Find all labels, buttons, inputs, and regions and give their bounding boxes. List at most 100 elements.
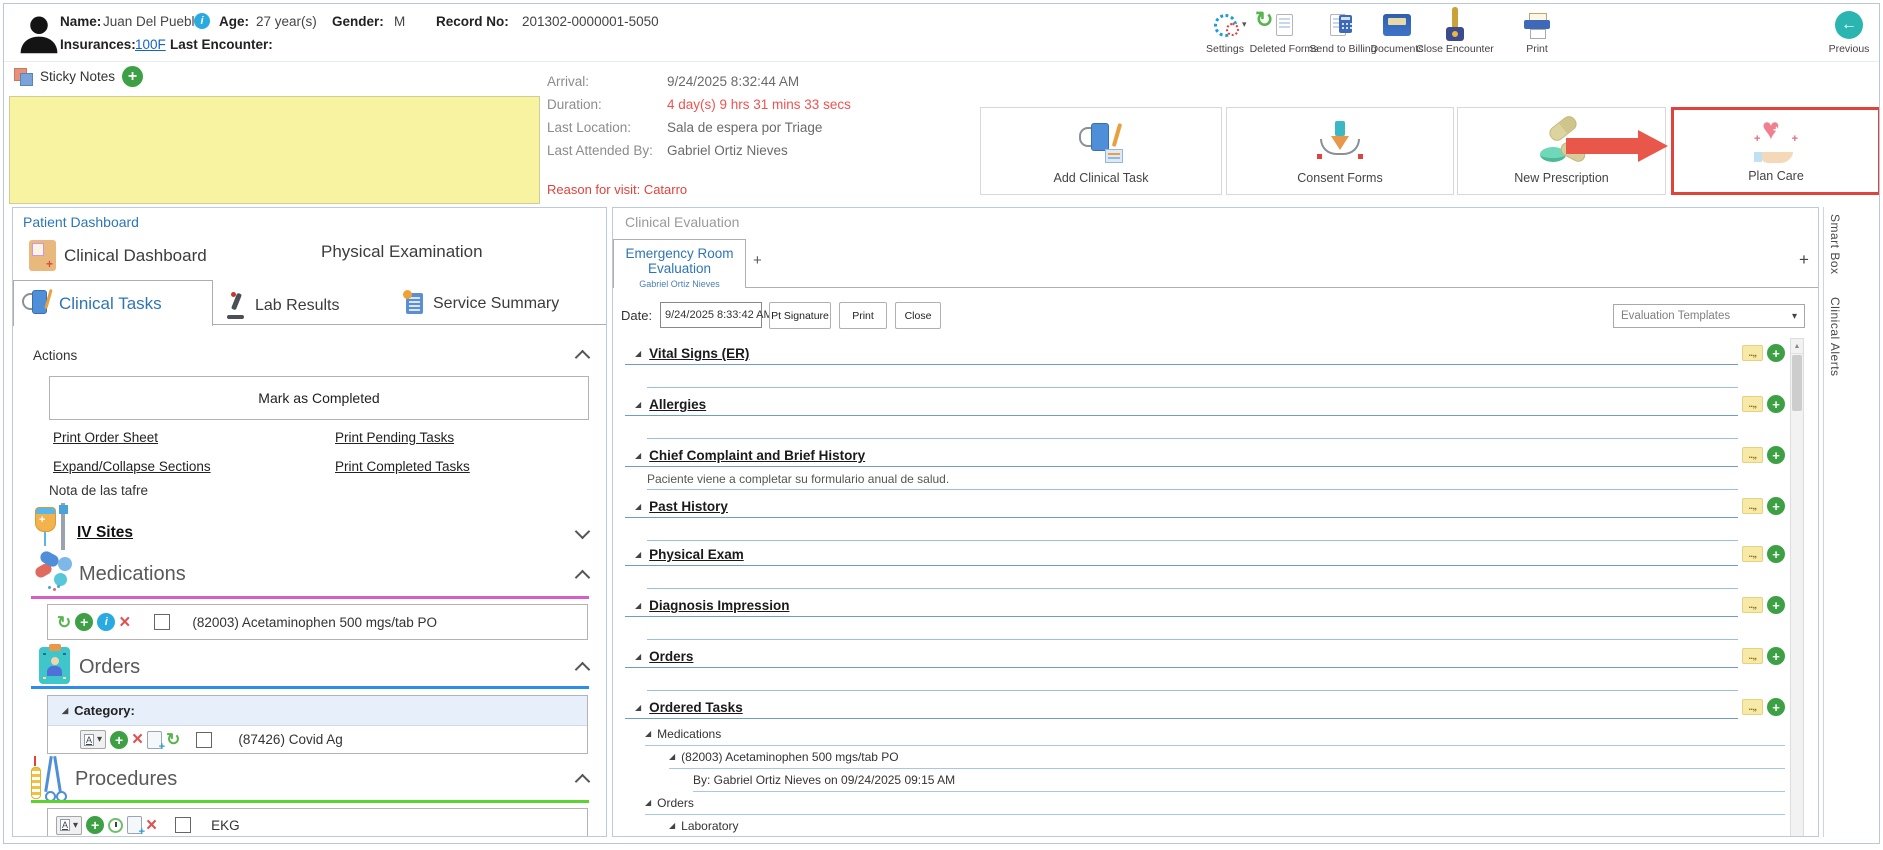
add-order-icon[interactable]: + xyxy=(110,730,129,749)
scrollbar-up-arrow-icon[interactable]: ▲ xyxy=(1791,339,1803,354)
iv-sites-expand-chevron-icon[interactable] xyxy=(574,523,591,540)
close-evaluation-button[interactable]: Close xyxy=(895,302,941,329)
settings-caret-down-icon[interactable]: ▾ xyxy=(1242,19,1247,30)
section-expand-triangle-icon[interactable]: ◢ xyxy=(635,502,641,511)
actions-collapse-chevron-icon[interactable] xyxy=(574,349,591,366)
add-sticky-note-button[interactable]: + xyxy=(122,66,144,87)
tree-expand-triangle-icon[interactable]: ◢ xyxy=(645,730,651,738)
medication-info-icon[interactable]: i xyxy=(97,613,116,631)
insurances-link[interactable]: 100F xyxy=(135,37,166,52)
section-expand-triangle-icon[interactable]: ◢ xyxy=(635,652,641,661)
medication-checkbox[interactable] xyxy=(154,614,171,630)
add-evaluation-tab-button[interactable]: + xyxy=(753,252,762,269)
procedures-section-title[interactable]: Procedures xyxy=(75,768,177,791)
add-clinical-task-button[interactable]: Add Clinical Task xyxy=(980,107,1222,195)
add-section-entry-icon[interactable]: + xyxy=(1767,647,1785,665)
tree-node-orders[interactable]: ◢ Orders xyxy=(645,792,1785,815)
tree-node-laboratory[interactable]: ◢ Laboratory xyxy=(669,815,1785,836)
section-content[interactable]: Paciente viene a completar su formulario… xyxy=(647,467,1738,490)
section-title[interactable]: Vital Signs (ER) xyxy=(649,346,749,361)
tab-service-summary[interactable]: Service Summary xyxy=(403,290,559,316)
section-expand-triangle-icon[interactable]: ◢ xyxy=(635,601,641,610)
procedure-clipboard-icon[interactable] xyxy=(127,816,145,836)
clinical-alerts-vertical-tab[interactable]: Clinical Alerts xyxy=(1828,297,1842,377)
orders-section-title[interactable]: Orders xyxy=(79,656,140,679)
section-content[interactable] xyxy=(647,668,1738,691)
evaluation-date-input[interactable]: 9/24/2025 8:33:42 AM xyxy=(660,302,789,328)
order-checkbox[interactable] xyxy=(196,731,213,748)
section-content[interactable] xyxy=(647,518,1738,541)
tree-expand-triangle-icon[interactable]: ◢ xyxy=(669,753,675,761)
section-expand-triangle-icon[interactable]: ◢ xyxy=(635,349,641,358)
reorder-order-icon[interactable]: ↻ xyxy=(166,731,180,748)
tab-clinical-tasks[interactable]: Clinical Tasks xyxy=(13,280,213,326)
quick-text-icon[interactable]: ..„ xyxy=(1742,648,1763,664)
tree-node-medication-item[interactable]: ◢ (82003) Acetaminophen 500 mgs/tab PO xyxy=(669,746,1785,769)
section-content[interactable] xyxy=(647,566,1738,589)
tab-emergency-room-evaluation[interactable]: Emergency Room Evaluation Gabriel Ortiz … xyxy=(613,239,746,289)
reorder-medication-icon[interactable]: ↻ xyxy=(57,614,71,631)
sections-scrollbar[interactable]: ▲ xyxy=(1790,338,1804,836)
print-order-sheet-link[interactable]: Print Order Sheet xyxy=(53,430,158,445)
pt-signature-button[interactable]: Pt Signature xyxy=(769,302,831,329)
add-section-entry-icon[interactable]: + xyxy=(1767,596,1785,614)
evaluation-templates-dropdown[interactable]: Evaluation Templates ▾ xyxy=(1613,304,1805,328)
order-type-dropdown[interactable]: A ▾ xyxy=(80,730,107,749)
delete-medication-icon[interactable]: × xyxy=(119,613,130,632)
add-panel-button[interactable]: + xyxy=(1799,250,1809,270)
quick-text-icon[interactable]: ..„ xyxy=(1742,447,1763,463)
sticky-note-area[interactable] xyxy=(9,96,540,204)
section-expand-triangle-icon[interactable]: ◢ xyxy=(635,400,641,409)
section-expand-triangle-icon[interactable]: ◢ xyxy=(635,703,641,712)
section-expand-triangle-icon[interactable]: ◢ xyxy=(635,550,641,559)
add-section-entry-icon[interactable]: + xyxy=(1767,545,1785,563)
print-evaluation-button[interactable]: Print xyxy=(839,302,887,329)
add-procedure-icon[interactable]: + xyxy=(86,816,105,834)
smart-box-vertical-tab[interactable]: Smart Box xyxy=(1828,214,1842,275)
section-content[interactable] xyxy=(647,365,1738,388)
section-content[interactable] xyxy=(647,416,1738,439)
tab-clinical-dashboard[interactable]: Clinical Dashboard xyxy=(29,240,207,271)
add-section-entry-icon[interactable]: + xyxy=(1767,395,1785,413)
add-section-entry-icon[interactable]: + xyxy=(1767,698,1785,716)
quick-text-icon[interactable]: ..„ xyxy=(1742,546,1763,562)
section-title[interactable]: Diagnosis Impression xyxy=(649,598,789,613)
section-title[interactable]: Chief Complaint and Brief History xyxy=(649,448,865,463)
add-section-entry-icon[interactable]: + xyxy=(1767,497,1785,515)
add-section-entry-icon[interactable]: + xyxy=(1767,344,1785,362)
orders-collapse-chevron-icon[interactable] xyxy=(574,661,591,678)
medications-section-title[interactable]: Medications xyxy=(79,563,186,586)
tree-node-medications[interactable]: ◢ Medications xyxy=(645,723,1785,746)
close-encounter-button[interactable]: Close Encounter xyxy=(1412,6,1498,55)
section-title[interactable]: Orders xyxy=(649,649,693,664)
tree-expand-triangle-icon[interactable]: ◢ xyxy=(669,822,675,830)
print-completed-tasks-link[interactable]: Print Completed Tasks xyxy=(335,459,470,474)
print-pending-tasks-link[interactable]: Print Pending Tasks xyxy=(335,430,454,445)
tree-expand-triangle-icon[interactable]: ◢ xyxy=(645,799,651,807)
medications-collapse-chevron-icon[interactable] xyxy=(574,569,591,586)
schedule-procedure-icon[interactable] xyxy=(108,817,124,833)
tab-lab-results[interactable]: Lab Results xyxy=(225,292,340,319)
quick-text-icon[interactable]: ..„ xyxy=(1742,699,1763,715)
section-title[interactable]: Allergies xyxy=(649,397,706,412)
section-expand-triangle-icon[interactable]: ◢ xyxy=(635,451,641,460)
order-clipboard-add-icon[interactable] xyxy=(147,730,165,753)
tab-physical-examination[interactable]: Physical Examination xyxy=(313,242,483,262)
delete-procedure-icon[interactable]: × xyxy=(146,816,157,835)
category-header[interactable]: ◢ Category: xyxy=(48,696,587,726)
scrollbar-thumb[interactable] xyxy=(1792,355,1802,411)
patient-info-icon[interactable]: i xyxy=(194,13,210,29)
category-expand-triangle-icon[interactable]: ◢ xyxy=(62,706,68,715)
plan-care-button[interactable]: ♥ + + + Plan Care xyxy=(1671,107,1879,195)
quick-text-icon[interactable]: ..„ xyxy=(1742,345,1763,361)
quick-text-icon[interactable]: ..„ xyxy=(1742,396,1763,412)
add-medication-icon[interactable]: + xyxy=(75,613,94,631)
quick-text-icon[interactable]: ..„ xyxy=(1742,597,1763,613)
consent-forms-button[interactable]: Consent Forms xyxy=(1226,107,1454,195)
previous-button[interactable]: ← Previous xyxy=(1822,9,1876,55)
add-section-entry-icon[interactable]: + xyxy=(1767,446,1785,464)
section-title[interactable]: Physical Exam xyxy=(649,547,744,562)
print-button[interactable]: Print xyxy=(1507,9,1567,55)
iv-sites-section-title[interactable]: IV Sites xyxy=(77,524,133,542)
mark-as-completed-button[interactable]: Mark as Completed xyxy=(49,376,589,420)
